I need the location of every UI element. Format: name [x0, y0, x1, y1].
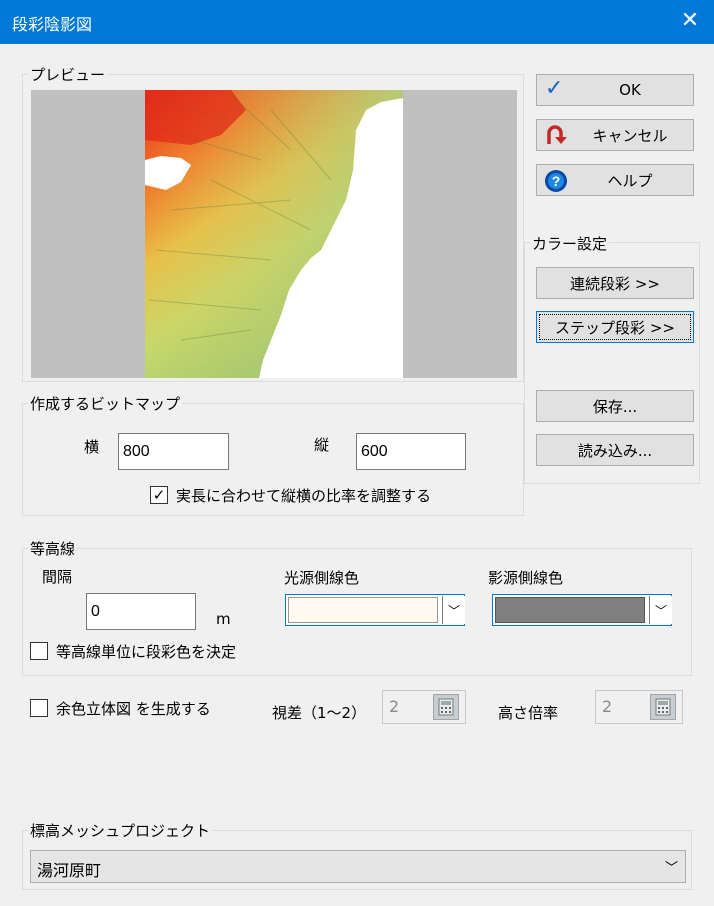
interval-input[interactable] [86, 593, 196, 630]
unit-color-checkbox[interactable] [30, 642, 48, 660]
width-label: 横 [84, 438, 100, 456]
project-selected: 湯河原町 [37, 861, 102, 880]
height-input[interactable] [356, 433, 466, 470]
unit-color-label: 等高線単位に段彩色を決定 [56, 643, 237, 661]
light-color-combo[interactable]: ﹀ [285, 594, 465, 626]
save-button[interactable]: 保存... [536, 390, 694, 422]
chevron-down-icon[interactable]: ﹀ [649, 596, 672, 624]
shadow-color-combo[interactable]: ﹀ [492, 594, 672, 626]
ok-label: OK [619, 81, 641, 99]
title-bar: 段彩陰影図 ✕ [0, 0, 714, 44]
help-icon: ? [544, 169, 568, 197]
help-button[interactable]: ? ヘルプ [536, 164, 694, 196]
preview-image [31, 90, 517, 378]
height-scale-value: 2 [602, 697, 613, 716]
shadow-color-label: 影源側線色 [488, 569, 564, 587]
load-button[interactable]: 読み込み... [536, 434, 694, 466]
light-color-label: 光源側線色 [284, 569, 360, 587]
width-input[interactable] [118, 433, 229, 470]
height-label: 縦 [314, 436, 330, 454]
continuous-color-button[interactable]: 連続段彩 >> [536, 267, 694, 299]
stereo-checkbox[interactable] [30, 699, 48, 717]
preview-label: プレビュー [28, 64, 108, 85]
interval-label: 間隔 [42, 568, 73, 586]
stereo-label: 余色立体図 を生成する [56, 700, 211, 718]
keep-ratio-label: 実長に合わせて縦横の比率を調整する [176, 487, 432, 505]
parallax-input[interactable]: 2 [382, 690, 466, 724]
calculator-icon[interactable] [433, 694, 459, 720]
cancel-label: キャンセル [592, 126, 668, 145]
project-select[interactable]: 湯河原町 ﹀ [30, 850, 686, 883]
chevron-down-icon: ﹀ [665, 861, 679, 876]
interval-unit: m [216, 610, 231, 628]
undo-arrow-icon [543, 124, 567, 150]
check-icon: ✓ [545, 76, 564, 101]
parallax-value: 2 [389, 697, 400, 716]
close-icon[interactable]: ✕ [676, 6, 704, 36]
ok-button[interactable]: ✓ OK [536, 74, 694, 106]
bitmap-label: 作成するビットマップ [28, 393, 183, 414]
window-title: 段彩陰影図 [12, 15, 93, 34]
help-label: ヘルプ [607, 171, 653, 190]
color-settings-label: カラー設定 [530, 233, 610, 254]
parallax-label: 視差（1〜2） [272, 704, 367, 722]
svg-text:?: ? [552, 173, 561, 189]
height-scale-label: 高さ倍率 [498, 704, 559, 722]
project-label: 標高メッシュプロジェクト [28, 820, 213, 841]
calculator-icon[interactable] [650, 694, 676, 720]
height-scale-input[interactable]: 2 [595, 690, 683, 724]
shadow-color-swatch [495, 597, 645, 623]
step-color-button[interactable]: ステップ段彩 >> [536, 311, 694, 343]
keep-ratio-checkbox[interactable]: ✓ [150, 486, 168, 504]
contour-label: 等高線 [28, 538, 78, 559]
cancel-button[interactable]: キャンセル [536, 119, 694, 151]
chevron-down-icon[interactable]: ﹀ [442, 596, 465, 624]
light-color-swatch [288, 597, 438, 623]
